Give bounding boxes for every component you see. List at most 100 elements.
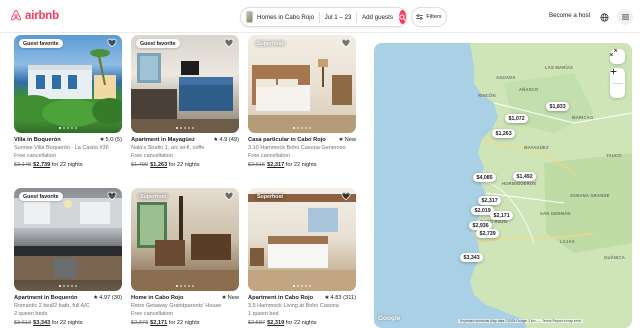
filters-button[interactable]: Filters — [411, 7, 447, 27]
price-pin[interactable]: $2,317 — [478, 196, 502, 206]
listing-photo[interactable]: Superhost — [248, 35, 356, 133]
search-dates[interactable]: Jul 1 – 23 — [325, 14, 352, 21]
listing-price[interactable]: $3,613 $3,343 for 22 nights — [14, 320, 122, 326]
heart-icon[interactable] — [224, 38, 234, 48]
listing-description: Nala's Studio 1, a/c wi-fi, coffe — [131, 145, 205, 151]
listing-badge: Guest favorite — [19, 192, 63, 201]
listing-badge: Guest favorite — [19, 39, 63, 48]
discounted-price: $1,263 — [150, 161, 168, 168]
listing-photo[interactable]: Superhost — [248, 188, 356, 291]
listing-price[interactable]: $2,373 $2,171 for 22 nights — [131, 320, 239, 326]
villa-illustration — [14, 49, 122, 127]
pagination-dot — [304, 284, 308, 287]
listing-title: Apartment in Cabo Rojo — [248, 295, 314, 301]
discounted-price: $2,171 — [150, 319, 168, 326]
search-button[interactable] — [398, 10, 406, 24]
listing-price[interactable]: $2,615 $2,317 for 22 nights — [248, 162, 356, 168]
listing-rating: ★ 4.97 (30) — [93, 295, 122, 301]
search-icon — [399, 13, 406, 21]
listing-rating: ★ New — [222, 295, 240, 301]
heart-icon[interactable] — [107, 38, 117, 48]
map-label-lajas: LAJAS — [560, 239, 575, 244]
pagination-dot — [66, 126, 70, 129]
pagination-dot — [300, 284, 304, 287]
map-label-las-marias: LAS MARÍAS — [545, 65, 574, 70]
listing-subtext: Free cancellation — [248, 152, 290, 159]
photo-pagination — [248, 126, 356, 129]
listing-price[interactable]: $3,148 $2,739 for 22 nights — [14, 162, 122, 168]
listing-price[interactable]: $1,499 $1,263 for 22 nights — [131, 162, 239, 168]
listing-description: Romantic 2 bed/2 bath, full A/C — [14, 303, 90, 309]
listing-badge: Guest favorite — [136, 39, 180, 48]
price-pin[interactable]: $1,492 — [513, 172, 537, 182]
star-icon: ★ — [221, 295, 227, 301]
discounted-price: $2,739 — [33, 161, 51, 168]
listing-photo[interactable]: Guest favorite — [14, 188, 122, 291]
search-location[interactable]: Homes in Cabo Rojo — [257, 14, 314, 21]
listing-card[interactable]: Guest favorite Apartment in Mayagüez ★ 4.… — [131, 35, 239, 168]
map-attribution[interactable]: Keyboard shortcuts Map data ©2025 Google… — [458, 319, 584, 323]
rating-value: 4.97 (30) — [99, 295, 122, 301]
price-pin[interactable]: $4,085 — [473, 173, 497, 183]
studio-illustration — [131, 53, 239, 133]
listing-price[interactable]: $2,587 $2,319 for 22 nights — [248, 320, 356, 326]
price-pin[interactable]: $3,343 — [460, 253, 484, 263]
listing-card[interactable]: Guest favorite Apartment in Boquerón ★ 4.… — [14, 188, 122, 326]
listings-map[interactable]: LAS MARÍAS AGUADA RINCÓN AÑASCO MARICAO … — [374, 43, 632, 328]
heart-icon[interactable] — [224, 191, 234, 201]
listing-description: 3.5 Hammock Living at Boho Casona — [248, 303, 339, 309]
search-guests[interactable]: Add guests — [362, 14, 393, 21]
original-price: $2,587 — [248, 319, 266, 326]
listing-photo[interactable]: Superhost — [131, 188, 239, 291]
pagination-dot — [70, 126, 74, 129]
heart-icon[interactable] — [341, 38, 351, 48]
listing-photo[interactable]: Guest favorite — [131, 35, 239, 133]
location-thumbnail — [246, 11, 254, 23]
language-button[interactable] — [597, 10, 611, 24]
listing-rating: ★ New — [339, 137, 357, 143]
pagination-dot — [300, 126, 304, 129]
airbnb-logo[interactable]: airbnb — [10, 9, 59, 22]
photo-pagination — [14, 126, 122, 129]
expand-map-button[interactable] — [610, 49, 625, 64]
listing-subtext: Free cancellation — [131, 310, 173, 317]
price-pin[interactable]: $1,072 — [505, 114, 529, 124]
price-pin[interactable]: $1,263 — [492, 129, 516, 139]
heart-icon[interactable] — [341, 191, 351, 201]
zoom-out-button[interactable] — [610, 71, 625, 99]
heart-icon[interactable] — [107, 191, 117, 201]
listing-card[interactable]: Superhost Casa particular in Cabo Rojo ★… — [248, 35, 356, 168]
search-bar[interactable]: Homes in Cabo Rojo Jul 1 – 23 Add guests — [240, 7, 407, 27]
map-label-anasco: AÑASCO — [519, 87, 539, 92]
bedroom-illustration — [248, 59, 356, 133]
price-pin[interactable]: $2,739 — [476, 229, 500, 239]
pagination-dot — [58, 284, 62, 287]
listing-subtext: 2 queen beds — [14, 310, 48, 317]
star-icon: ★ — [213, 137, 219, 143]
listing-rating: ★ 5.0 (5) — [99, 137, 122, 143]
user-menu-button[interactable] — [617, 9, 633, 25]
pagination-dot — [308, 284, 312, 287]
price-pin[interactable]: $1,833 — [546, 102, 570, 112]
original-price: $3,148 — [14, 161, 32, 168]
become-host-link[interactable]: Become a host — [549, 12, 590, 19]
pagination-dot — [296, 126, 300, 129]
listing-card[interactable]: Superhost Apartment in Cabo Rojo ★ 4.83 (… — [248, 188, 356, 326]
price-pin[interactable]: $2,171 — [490, 211, 514, 221]
airbnb-logo-icon — [11, 10, 21, 21]
original-price: $2,615 — [248, 161, 266, 168]
pagination-dot — [187, 284, 191, 287]
listing-photo[interactable]: Guest favorite — [14, 35, 122, 133]
listing-card[interactable]: Superhost Home in Cabo Rojo ★ New Retro G… — [131, 188, 239, 326]
pagination-dot — [183, 126, 187, 129]
map-label-mayaguez: MAYAGÜEZ — [524, 145, 549, 150]
original-price: $2,373 — [131, 319, 149, 326]
pagination-dot — [183, 284, 187, 287]
star-icon: ★ — [93, 295, 99, 301]
brand-name: airbnb — [25, 9, 59, 22]
listing-card[interactable]: Guest favorite Villa in Boquerón ★ 5.0 (5… — [14, 35, 122, 168]
listing-rating: ★ 4.9 (49) — [213, 137, 239, 143]
listing-title: Apartment in Mayagüez — [131, 137, 195, 143]
price-duration: for 22 nights — [51, 319, 83, 326]
listing-badge: Superhost — [253, 39, 288, 48]
